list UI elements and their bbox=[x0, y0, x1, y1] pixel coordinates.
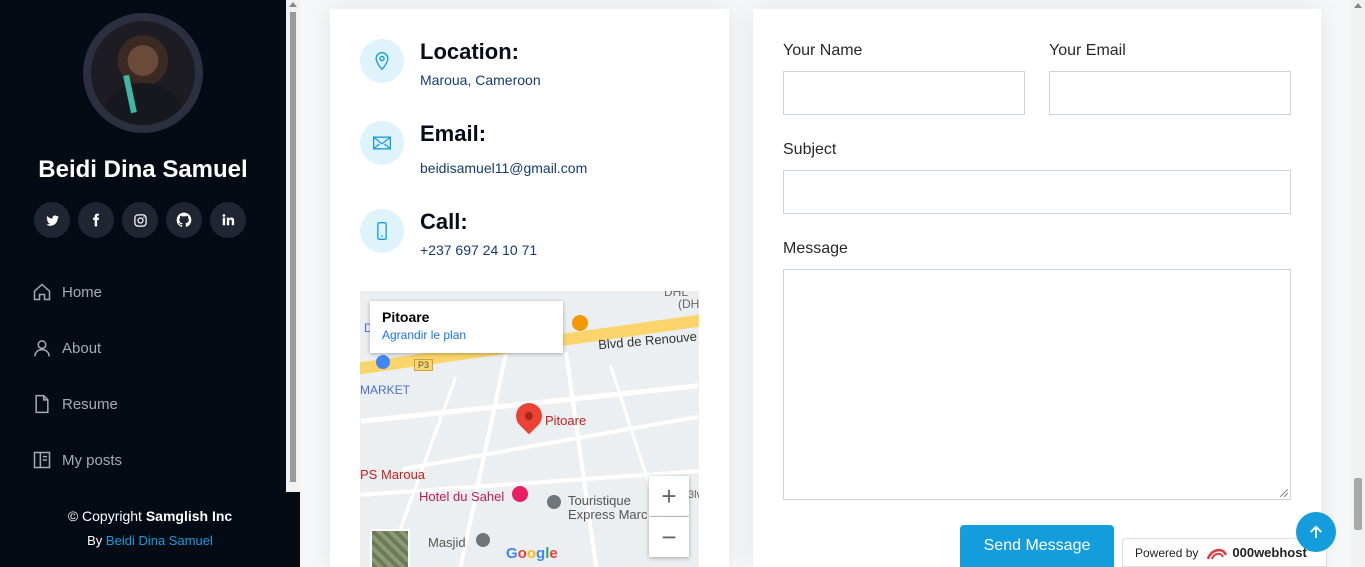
map-zoom-in-button[interactable]: + bbox=[649, 476, 689, 516]
send-message-button[interactable]: Send Message bbox=[960, 525, 1114, 567]
github-icon[interactable] bbox=[166, 202, 202, 238]
map-top-label-2: (DH bbox=[678, 297, 699, 311]
nav-resume-label: Resume bbox=[62, 395, 118, 413]
file-icon bbox=[35, 394, 49, 414]
map-place-popup: Pitoare Agrandir le plan bbox=[370, 301, 563, 353]
nav-my-posts-label: My posts bbox=[62, 451, 123, 469]
email-label: Your Email bbox=[1049, 42, 1126, 59]
google-logo: Google bbox=[506, 545, 558, 562]
phone-icon bbox=[360, 209, 404, 253]
copyright-org: Samglish Inc bbox=[145, 508, 233, 524]
avatar bbox=[83, 13, 203, 133]
name-label: Your Name bbox=[783, 42, 863, 59]
subject-input[interactable] bbox=[783, 170, 1291, 214]
google-map[interactable]: Blvd de Renouve P3 MARKET DHL (DH D 3lv … bbox=[360, 291, 699, 567]
profile-name: Beidi Dina Samuel bbox=[38, 156, 248, 183]
nav-about[interactable]: About bbox=[32, 332, 122, 364]
linkedin-icon[interactable] bbox=[210, 202, 246, 238]
name-input[interactable] bbox=[783, 71, 1025, 115]
email-input[interactable] bbox=[1049, 71, 1291, 115]
map-edge-label: 3lv bbox=[688, 489, 699, 501]
shopping-cart-icon bbox=[376, 355, 390, 369]
landmark-pin-icon bbox=[547, 495, 561, 509]
twitter-icon[interactable] bbox=[34, 202, 70, 238]
arrow-up-icon bbox=[1310, 525, 1322, 538]
map-zoom-out-button[interactable]: − bbox=[649, 517, 689, 557]
hotel-bed-icon bbox=[512, 486, 528, 502]
email-title: Email: bbox=[420, 121, 487, 146]
resize-grip-icon[interactable] bbox=[1280, 489, 1288, 497]
back-to-top-button[interactable] bbox=[1296, 512, 1336, 552]
webhost-logo-icon bbox=[1207, 548, 1228, 559]
map-touristique-label: Touristique bbox=[568, 493, 631, 508]
page-scrollbar-thumb[interactable] bbox=[1354, 478, 1362, 530]
map-market-label: MARKET bbox=[360, 383, 411, 397]
location-text: Maroua, Cameroon bbox=[420, 72, 541, 88]
geo-pin-icon bbox=[360, 39, 404, 83]
instagram-icon[interactable] bbox=[122, 202, 158, 238]
powered-by-prefix: Powered by bbox=[1135, 545, 1199, 560]
mosque-icon bbox=[476, 533, 490, 547]
map-ps-label: PS Maroua bbox=[360, 467, 426, 482]
sidebar-scrollbar-thumb[interactable] bbox=[290, 12, 296, 482]
map-masjid-label: Masjid bbox=[428, 535, 466, 550]
email-text[interactable]: beidisamuel11@gmail.com bbox=[420, 160, 587, 176]
layout-icon bbox=[33, 451, 51, 469]
location-title: Location: bbox=[420, 39, 519, 64]
nav-about-label: About bbox=[62, 339, 102, 357]
call-title: Call: bbox=[420, 209, 468, 234]
copyright: © Copyright Samglish Inc bbox=[67, 508, 233, 524]
person-icon bbox=[34, 340, 50, 357]
nav-resume[interactable]: Resume bbox=[32, 388, 122, 420]
map-enlarge-link[interactable]: Agrandir le plan bbox=[382, 328, 551, 342]
map-road-badge: P3 bbox=[414, 359, 434, 371]
profile-photo bbox=[91, 21, 195, 125]
map-hotel-label: Hotel du Sahel bbox=[419, 489, 505, 504]
facebook-icon[interactable] bbox=[78, 202, 114, 238]
map-express-label: Express Marc bbox=[568, 507, 648, 522]
home-icon bbox=[33, 283, 51, 301]
subject-label: Subject bbox=[783, 141, 837, 158]
restaurant-icon bbox=[572, 315, 588, 331]
sidebar: Beidi Dina Samuel Home About Resume My p… bbox=[0, 0, 300, 567]
envelope-icon bbox=[360, 121, 404, 165]
nav-home[interactable]: Home bbox=[32, 276, 122, 308]
contact-form-card: Your Name Your Email Subject Message Sen… bbox=[753, 9, 1321, 567]
message-textarea[interactable] bbox=[783, 269, 1291, 500]
powered-by-brand: 000webhost bbox=[1232, 545, 1307, 560]
sidebar-scroll-up-icon[interactable] bbox=[289, 2, 297, 7]
page-scroll-up-icon[interactable] bbox=[1354, 3, 1362, 8]
nav-my-posts[interactable]: My posts bbox=[32, 444, 122, 476]
sidebar-nav: Home About Resume My posts bbox=[32, 276, 122, 500]
map-pin-label: Pitoare bbox=[545, 413, 587, 428]
social-links bbox=[34, 202, 246, 238]
message-label: Message bbox=[783, 240, 848, 257]
map-popup-title: Pitoare bbox=[382, 309, 430, 325]
powered-by-badge[interactable]: Powered by 000webhost bbox=[1122, 538, 1327, 567]
call-text[interactable]: +237 697 24 10 71 bbox=[420, 242, 537, 258]
credit-link[interactable]: Beidi Dina Samuel bbox=[106, 533, 213, 548]
contact-info-card: Location: Maroua, Cameroon Email: beidis… bbox=[330, 9, 729, 567]
map-satellite-toggle[interactable] bbox=[370, 529, 410, 567]
nav-home-label: Home bbox=[62, 283, 103, 301]
credits: By Beidi Dina Samuel bbox=[87, 533, 213, 548]
